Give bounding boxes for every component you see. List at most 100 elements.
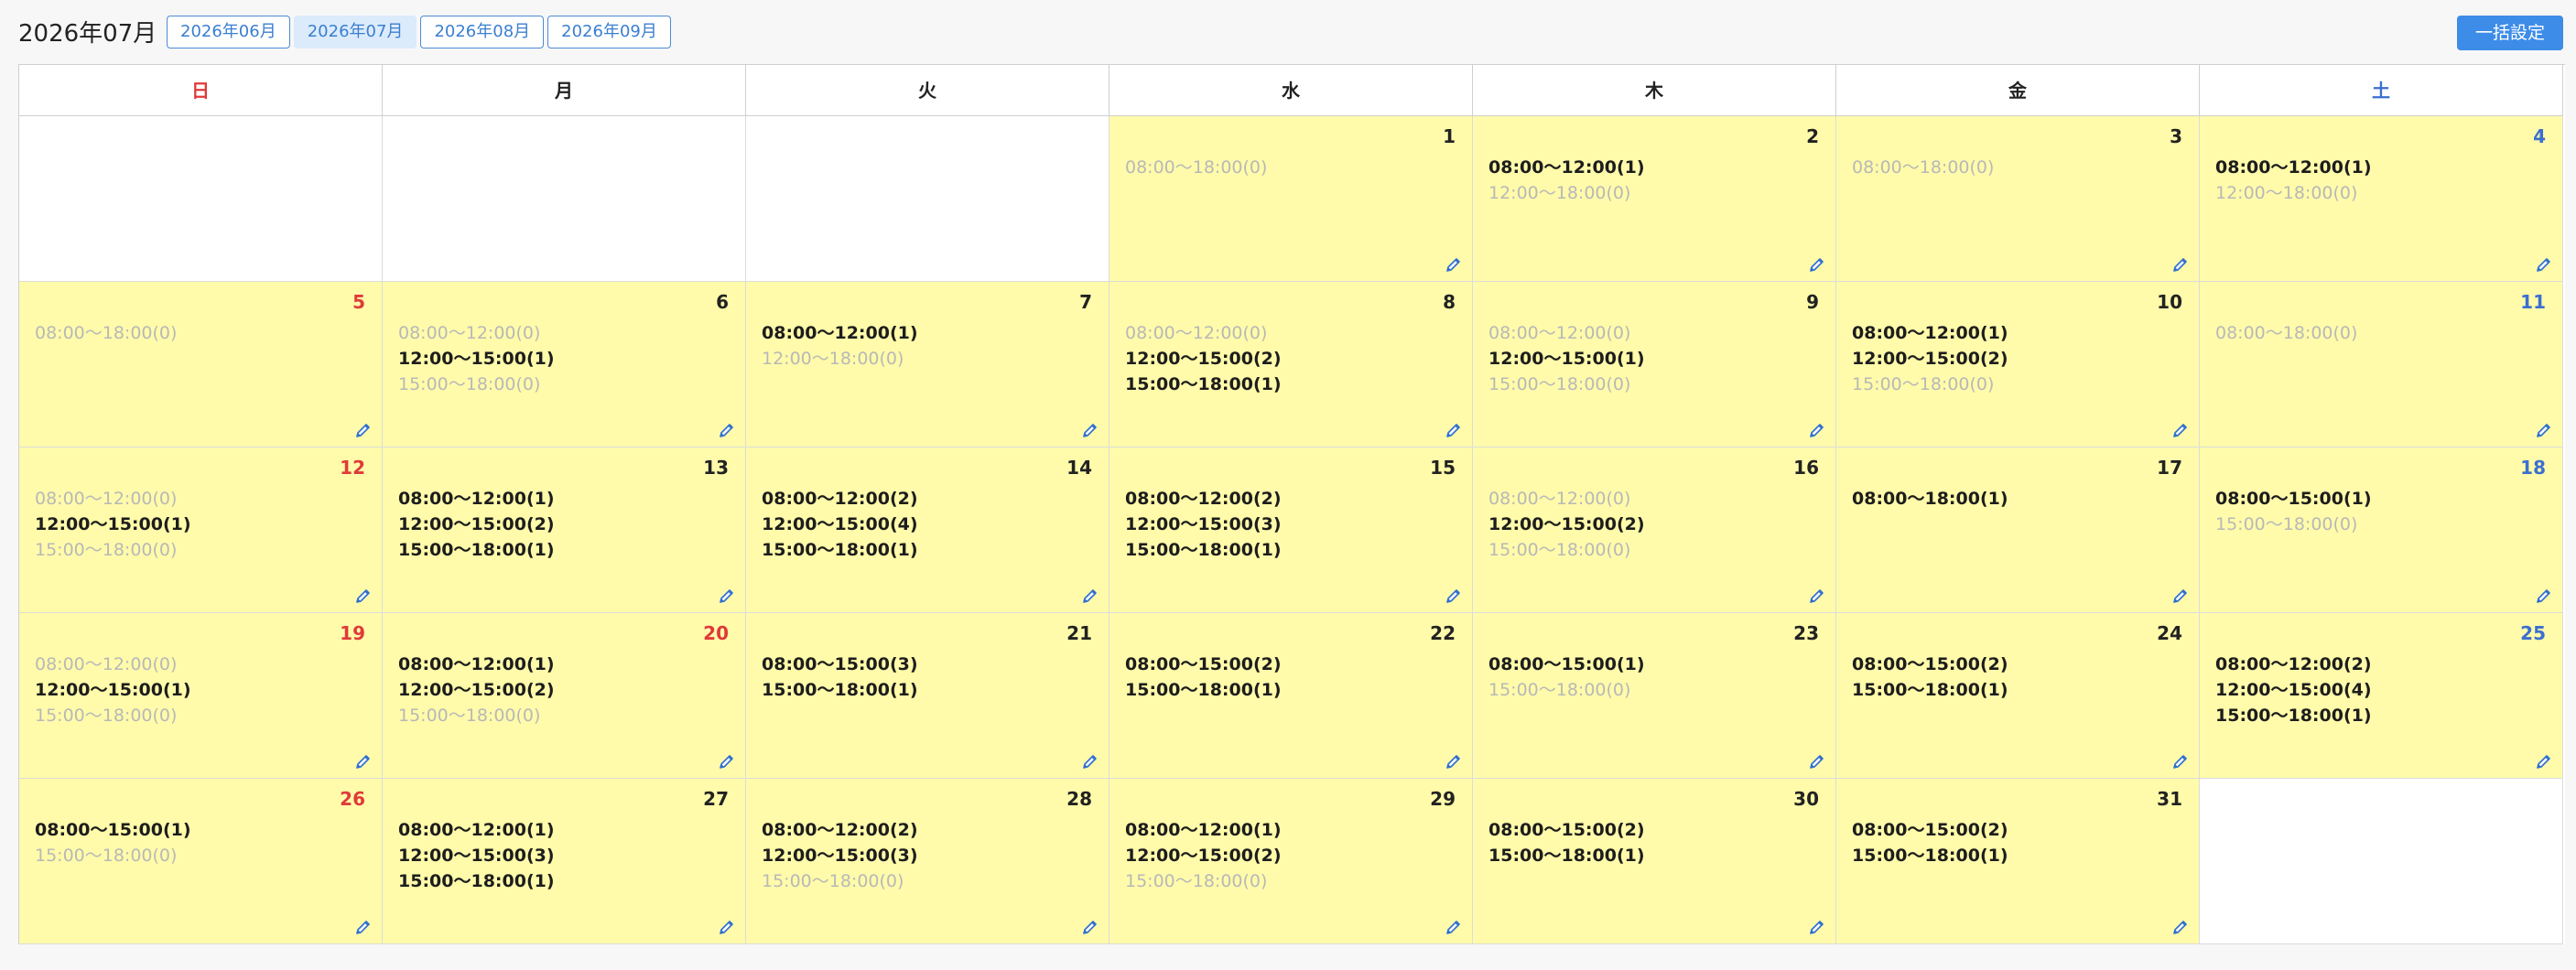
calendar-day-cell[interactable]: 22 08:00〜15:00(2) 15:00〜18:00(1) [1109,613,1473,779]
pencil-icon[interactable] [2171,421,2190,439]
pencil-icon[interactable] [1081,421,1099,439]
pencil-icon[interactable] [1808,255,1826,274]
tab-month-2026-09[interactable]: 2026年09月 [547,16,671,48]
pencil-icon[interactable] [1445,421,1463,439]
time-slot: 15:00〜18:00(0) [1488,374,1631,394]
calendar-day-cell[interactable]: 7 08:00〜12:00(1) 12:00〜18:00(0) [746,282,1109,447]
calendar-day-cell[interactable]: 12 08:00〜12:00(0) 12:00〜15:00(1) 15:00〜18:0… [19,447,383,613]
time-slot: 15:00〜18:00(0) [35,540,178,560]
calendar-day-cell[interactable]: 15 08:00〜12:00(2) 12:00〜15:00(3) 15:00〜18:0… [1109,447,1473,613]
time-slot: 12:00〜15:00(4) [2215,680,2372,700]
calendar-day-cell[interactable]: 3 08:00〜18:00(0) [1836,116,2200,282]
pencil-icon[interactable] [1808,752,1826,771]
bulk-settings-button[interactable]: 一括設定 [2457,16,2563,50]
tab-month-2026-07[interactable]: 2026年07月 [293,16,417,48]
time-slot: 12:00〜15:00(2) [1125,349,1282,369]
calendar-day-cell[interactable]: 13 08:00〜12:00(1) 12:00〜15:00(2) 15:00〜18:0… [383,447,746,613]
time-slot-list: 08:00〜18:00(0) [35,320,177,346]
time-slot: 08:00〜18:00(0) [1852,157,1995,178]
pencil-icon[interactable] [1081,587,1099,605]
pencil-icon[interactable] [718,587,736,605]
calendar-day-cell[interactable]: 27 08:00〜12:00(1) 12:00〜15:00(3) 15:00〜18:0… [383,779,746,944]
time-slot: 08:00〜12:00(0) [1488,489,1631,509]
time-slot: 08:00〜12:00(1) [762,323,918,343]
time-slot: 08:00〜18:00(0) [1125,157,1268,178]
calendar-day-cell[interactable]: 1 08:00〜18:00(0) [1109,116,1473,282]
calendar-day-cell[interactable]: 25 08:00〜12:00(2) 12:00〜15:00(4) 15:00〜18:0… [2200,613,2563,779]
calendar-day-cell[interactable]: 11 08:00〜18:00(0) [2200,282,2563,447]
time-slot: 15:00〜18:00(0) [398,706,541,726]
pencil-icon[interactable] [2171,255,2190,274]
time-slot-list: 08:00〜15:00(3) 15:00〜18:00(1) [762,652,918,703]
pencil-icon[interactable] [1808,918,1826,936]
pencil-icon[interactable] [2535,255,2553,274]
time-slot: 08:00〜12:00(0) [398,323,541,343]
weekday-friday: 金 [1836,65,2200,116]
pencil-icon[interactable] [1445,587,1463,605]
calendar-day-cell[interactable]: 23 08:00〜15:00(1) 15:00〜18:00(0) [1473,613,1836,779]
time-slot: 15:00〜18:00(0) [1488,680,1631,700]
tab-month-2026-06[interactable]: 2026年06月 [167,16,290,48]
pencil-icon[interactable] [354,752,373,771]
calendar-day-cell[interactable]: 26 08:00〜15:00(1) 15:00〜18:00(0) [19,779,383,944]
time-slot: 15:00〜18:00(0) [35,706,178,726]
calendar-day-cell[interactable]: 18 08:00〜15:00(1) 15:00〜18:00(0) [2200,447,2563,613]
time-slot: 08:00〜12:00(1) [1488,157,1645,178]
calendar-empty-cell [746,116,1109,282]
time-slot: 15:00〜18:00(1) [762,540,918,560]
calendar-day-cell[interactable]: 10 08:00〜12:00(1) 12:00〜15:00(2) 15:00〜18:0… [1836,282,2200,447]
calendar-day-cell[interactable]: 19 08:00〜12:00(0) 12:00〜15:00(1) 15:00〜18:0… [19,613,383,779]
day-number: 16 [1793,457,1819,479]
day-number: 8 [1443,291,1456,313]
calendar-day-cell[interactable]: 24 08:00〜15:00(2) 15:00〜18:00(1) [1836,613,2200,779]
calendar-day-cell[interactable]: 5 08:00〜18:00(0) [19,282,383,447]
time-slot: 08:00〜12:00(1) [398,820,555,840]
time-slot: 12:00〜15:00(1) [35,514,191,534]
calendar-day-cell[interactable]: 9 08:00〜12:00(0) 12:00〜15:00(1) 15:00〜18:00… [1473,282,1836,447]
day-number: 5 [352,291,365,313]
time-slot: 08:00〜12:00(1) [398,654,555,674]
pencil-icon[interactable] [718,421,736,439]
calendar-day-cell[interactable]: 4 08:00〜12:00(1) 12:00〜18:00(0) [2200,116,2563,282]
pencil-icon[interactable] [718,918,736,936]
pencil-icon[interactable] [1081,752,1099,771]
time-slot-list: 08:00〜12:00(2) 12:00〜15:00(3) 15:00〜18:00(… [762,817,918,894]
time-slot: 08:00〜12:00(0) [1125,323,1268,343]
calendar-day-cell[interactable]: 6 08:00〜12:00(0) 12:00〜15:00(1) 15:00〜18:00… [383,282,746,447]
time-slot: 15:00〜18:00(1) [398,540,555,560]
tab-month-2026-08[interactable]: 2026年08月 [420,16,545,48]
pencil-icon[interactable] [1808,587,1826,605]
pencil-icon[interactable] [1808,421,1826,439]
pencil-icon[interactable] [354,421,373,439]
pencil-icon[interactable] [1445,255,1463,274]
calendar-day-cell[interactable]: 20 08:00〜12:00(1) 12:00〜15:00(2) 15:00〜18:0… [383,613,746,779]
calendar-day-cell[interactable]: 21 08:00〜15:00(3) 15:00〜18:00(1) [746,613,1109,779]
pencil-icon[interactable] [1445,752,1463,771]
time-slot: 15:00〜18:00(1) [1125,374,1282,394]
calendar-day-cell[interactable]: 17 08:00〜18:00(1) [1836,447,2200,613]
time-slot: 08:00〜18:00(0) [35,323,178,343]
pencil-icon[interactable] [718,752,736,771]
calendar-day-cell[interactable]: 16 08:00〜12:00(0) 12:00〜15:00(2) 15:00〜18:0… [1473,447,1836,613]
pencil-icon[interactable] [2535,587,2553,605]
day-number: 20 [703,622,729,644]
calendar-day-cell[interactable]: 28 08:00〜12:00(2) 12:00〜15:00(3) 15:00〜18:0… [746,779,1109,944]
calendar-day-cell[interactable]: 2 08:00〜12:00(1) 12:00〜18:00(0) [1473,116,1836,282]
pencil-icon[interactable] [2535,421,2553,439]
calendar-weeks: 1 08:00〜18:00(0) 2 08:00〜12:00(1) 12:00〜18:0… [19,116,2565,944]
calendar-day-cell[interactable]: 14 08:00〜12:00(2) 12:00〜15:00(4) 15:00〜18:0… [746,447,1109,613]
pencil-icon[interactable] [1081,918,1099,936]
pencil-icon[interactable] [2171,918,2190,936]
time-slot-list: 08:00〜12:00(0) 12:00〜15:00(1) 15:00〜18:00(… [398,320,555,397]
calendar-day-cell[interactable]: 31 08:00〜15:00(2) 15:00〜18:00(1) [1836,779,2200,944]
pencil-icon[interactable] [2171,587,2190,605]
pencil-icon[interactable] [2171,752,2190,771]
calendar-day-cell[interactable]: 8 08:00〜12:00(0) 12:00〜15:00(2) 15:00〜18:00… [1109,282,1473,447]
pencil-icon[interactable] [1445,918,1463,936]
pencil-icon[interactable] [2535,752,2553,771]
pencil-icon[interactable] [354,587,373,605]
calendar-day-cell[interactable]: 29 08:00〜12:00(1) 12:00〜15:00(2) 15:00〜18:0… [1109,779,1473,944]
pencil-icon[interactable] [354,918,373,936]
time-slot: 15:00〜18:00(0) [1488,540,1631,560]
calendar-day-cell[interactable]: 30 08:00〜15:00(2) 15:00〜18:00(1) [1473,779,1836,944]
